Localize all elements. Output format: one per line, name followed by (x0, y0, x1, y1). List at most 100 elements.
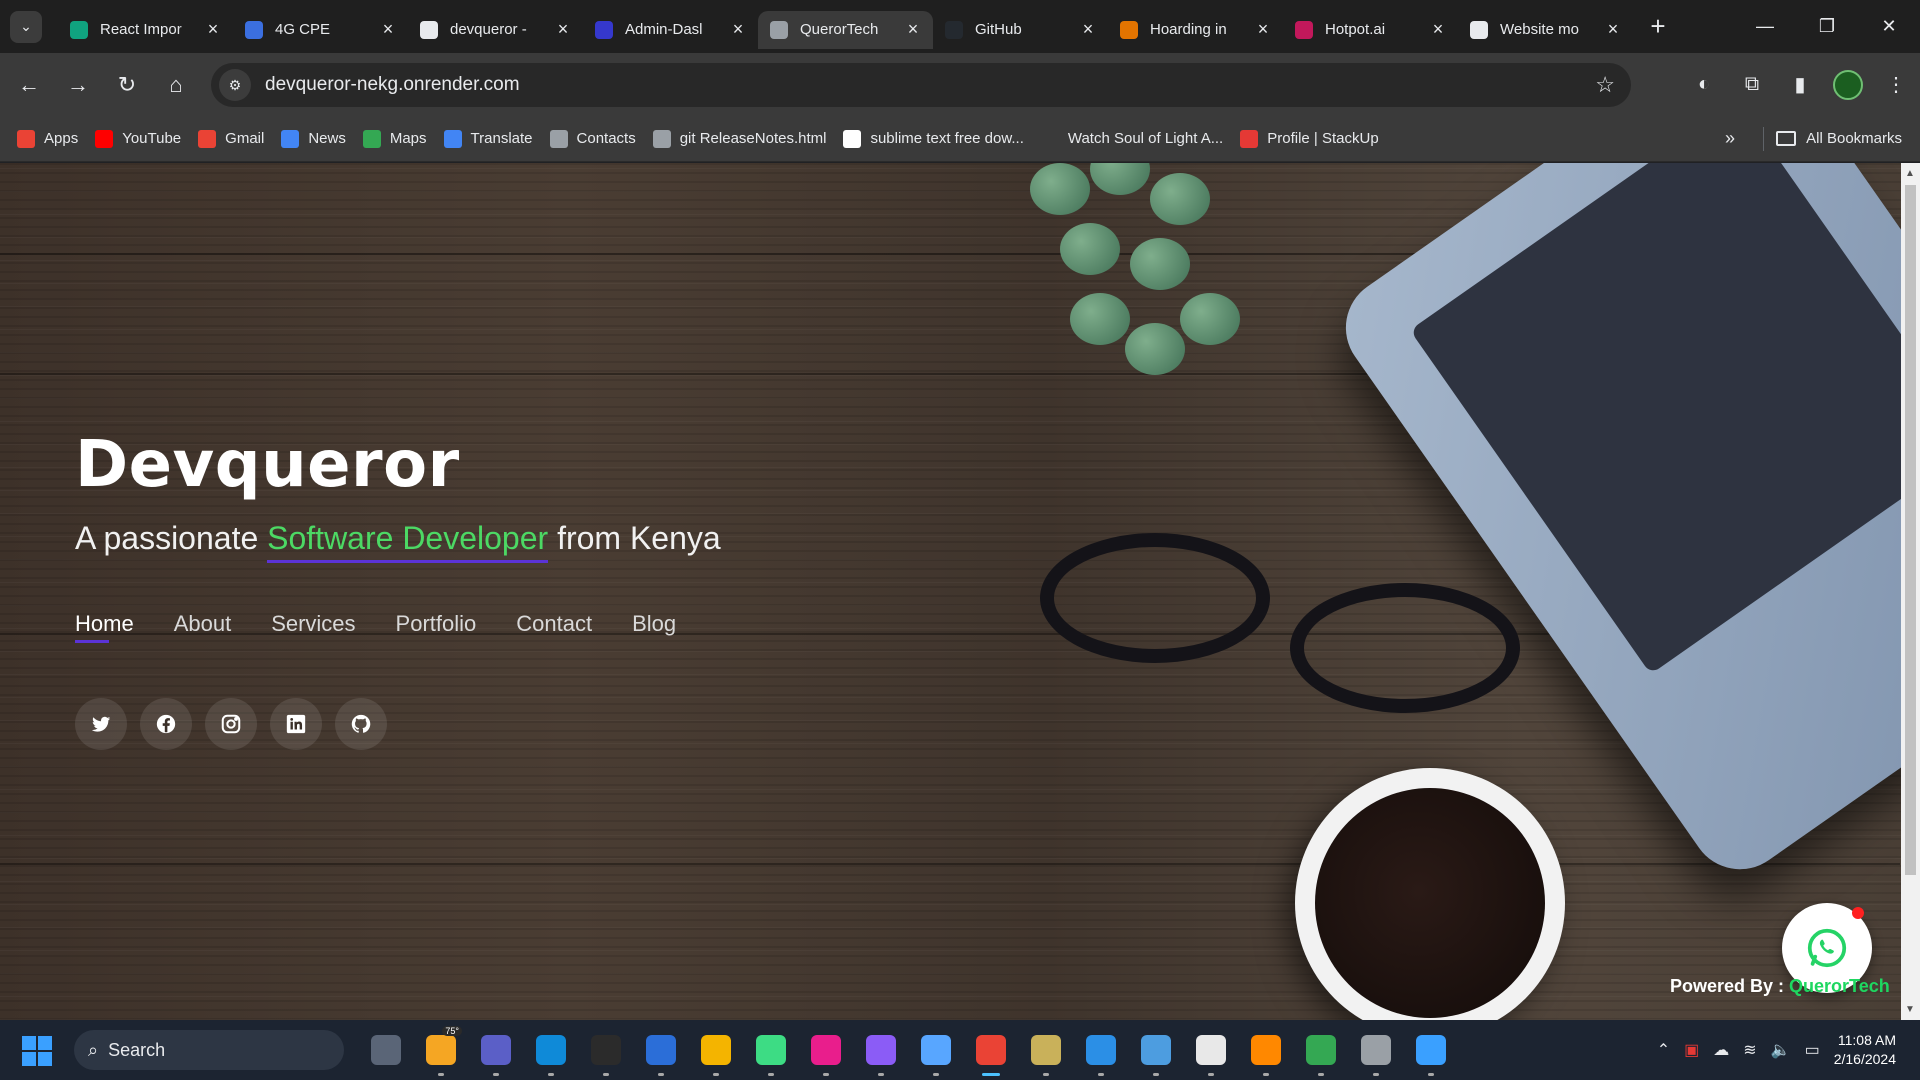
bookmark-item[interactable]: git ReleaseNotes.html (652, 129, 826, 148)
side-panel-icon[interactable]: ▮ (1776, 72, 1824, 97)
browser-tab[interactable]: QuerorTech × (758, 10, 933, 49)
github-icon[interactable] (335, 698, 387, 750)
stackup-icon (1240, 129, 1259, 148)
taskbar-app[interactable] (1238, 1020, 1293, 1080)
scroll-up-arrow-icon[interactable]: ▲ (1905, 168, 1915, 179)
bookmark-item[interactable]: Gmail (198, 129, 265, 148)
extensions-puzzle-icon[interactable]: ⧉ (1728, 73, 1776, 96)
close-tab-icon[interactable]: × (1078, 19, 1098, 40)
instagram-icon[interactable] (205, 698, 257, 750)
show-hidden-icons-chevron-icon[interactable]: ⌃ (1657, 1040, 1670, 1060)
bookmark-item[interactable]: Maps (362, 129, 427, 148)
browser-tab[interactable]: Hoarding in × (1108, 11, 1283, 49)
page-scrollbar[interactable]: ▲ ▼ (1901, 163, 1920, 1020)
taskbar-search[interactable]: ⌕ Search (74, 1030, 344, 1070)
twitter-icon[interactable] (75, 698, 127, 750)
address-bar[interactable]: ⚙ devqueror-nekg.onrender.com ☆ (211, 63, 1631, 107)
browser-tab[interactable]: Website mo × (1458, 11, 1633, 49)
bookmark-item[interactable]: Watch Soul of Light A... (1040, 129, 1223, 148)
clock[interactable]: 11:08 AM 2/16/2024 (1834, 1031, 1896, 1069)
taskbar-app[interactable] (688, 1020, 743, 1080)
browser-tab[interactable]: Hotpot.ai × (1283, 11, 1458, 49)
taskbar-app[interactable] (633, 1020, 688, 1080)
nav-link-contact[interactable]: Contact (516, 611, 592, 643)
nav-link-services[interactable]: Services (271, 611, 355, 643)
taskbar-app[interactable] (963, 1020, 1018, 1080)
close-tab-icon[interactable]: × (1603, 19, 1623, 40)
profile-avatar[interactable] (1824, 69, 1872, 100)
bookmark-item[interactable]: Translate (443, 129, 533, 148)
tab-search-button[interactable]: ⌄ (10, 10, 42, 43)
minimize-button[interactable]: — (1734, 0, 1796, 53)
toolbar-actions: ◐ ⧉ ▮ ⋮ (1680, 53, 1920, 116)
extension-icon[interactable]: ◐ (1680, 73, 1728, 96)
windows-start-button[interactable] (22, 1036, 52, 1066)
app-tray-icon[interactable]: ▣ (1684, 1040, 1699, 1060)
bookmark-item[interactable]: News (281, 129, 346, 148)
bookmark-item[interactable]: YouTube (95, 129, 181, 148)
close-tab-icon[interactable]: × (1428, 19, 1448, 40)
nav-link-about[interactable]: About (174, 611, 232, 643)
back-button[interactable]: ← (9, 65, 49, 105)
close-tab-icon[interactable]: × (728, 19, 748, 40)
taskbar-app[interactable] (798, 1020, 853, 1080)
scrollbar-thumb[interactable] (1905, 185, 1916, 875)
taskbar-app[interactable] (743, 1020, 798, 1080)
onedrive-cloud-icon[interactable]: ☁ (1713, 1040, 1729, 1060)
nav-link-portfolio[interactable]: Portfolio (396, 611, 477, 643)
bookmark-star-icon[interactable]: ☆ (1595, 72, 1615, 98)
bookmark-item[interactable]: Profile | StackUp (1240, 129, 1379, 148)
close-window-button[interactable]: ✕ (1858, 0, 1920, 53)
subtitle-suffix: from Kenya (548, 520, 721, 556)
close-tab-icon[interactable]: × (203, 19, 223, 40)
taskbar-app[interactable] (908, 1020, 963, 1080)
url-text[interactable]: devqueror-nekg.onrender.com (265, 74, 520, 96)
volume-icon[interactable]: 🔈 (1771, 1040, 1791, 1060)
taskbar-app[interactable] (1348, 1020, 1403, 1080)
browser-tab[interactable]: GitHub × (933, 11, 1108, 49)
taskbar-app[interactable] (1128, 1020, 1183, 1080)
youtube-icon (95, 129, 114, 148)
battery-icon[interactable]: ▭ (1805, 1040, 1820, 1060)
eyeglasses-photo (990, 513, 1550, 733)
menu-kebab-icon[interactable]: ⋮ (1872, 72, 1920, 97)
home-button[interactable]: ⌂ (156, 65, 196, 105)
wifi-icon[interactable]: ≋ (1743, 1040, 1756, 1060)
facebook-icon[interactable] (140, 698, 192, 750)
close-tab-icon[interactable]: × (553, 19, 573, 40)
forward-button[interactable]: → (58, 65, 98, 105)
new-tab-button[interactable]: + (1643, 11, 1673, 42)
close-tab-icon[interactable]: × (903, 19, 923, 40)
browser-tab[interactable]: devqueror - × (408, 11, 583, 49)
site-info-icon[interactable]: ⚙ (219, 69, 251, 101)
taskbar-app[interactable] (853, 1020, 908, 1080)
reload-button[interactable]: ↻ (107, 65, 147, 105)
bookmark-item[interactable]: Apps (17, 129, 78, 148)
close-tab-icon[interactable]: × (378, 19, 398, 40)
bookmark-item[interactable]: Contacts (549, 129, 636, 148)
browser-tab[interactable]: React Impor × (58, 11, 233, 49)
taskbar-app[interactable] (1403, 1020, 1458, 1080)
taskbar-app[interactable]: 75° (413, 1020, 468, 1080)
restore-button[interactable]: ❐ (1796, 0, 1858, 53)
close-tab-icon[interactable]: × (1253, 19, 1273, 40)
browser-tab[interactable]: Admin-Dasl × (583, 11, 758, 49)
taskbar-app[interactable] (1293, 1020, 1348, 1080)
browser-tab[interactable]: 4G CPE × (233, 11, 408, 49)
taskbar-app[interactable] (523, 1020, 578, 1080)
all-bookmarks-button[interactable]: All Bookmarks (1776, 130, 1902, 147)
taskbar-app[interactable] (578, 1020, 633, 1080)
bookmark-item[interactable]: sublime text free dow... (843, 129, 1024, 148)
more-bookmarks-chevron-icon[interactable]: » (1725, 128, 1735, 149)
taskbar-app[interactable] (1183, 1020, 1238, 1080)
taskbar-app[interactable] (1018, 1020, 1073, 1080)
nav-link-home[interactable]: Home (75, 611, 134, 643)
taskbar-app[interactable] (468, 1020, 523, 1080)
linkedin-icon[interactable] (270, 698, 322, 750)
powered-by-brand[interactable]: QuerorTech (1789, 976, 1890, 996)
nav-link-blog[interactable]: Blog (632, 611, 676, 643)
scroll-down-arrow-icon[interactable]: ▼ (1905, 1004, 1915, 1015)
taskbar-app[interactable] (358, 1020, 413, 1080)
bookmark-label: Gmail (225, 130, 265, 147)
taskbar-app[interactable] (1073, 1020, 1128, 1080)
